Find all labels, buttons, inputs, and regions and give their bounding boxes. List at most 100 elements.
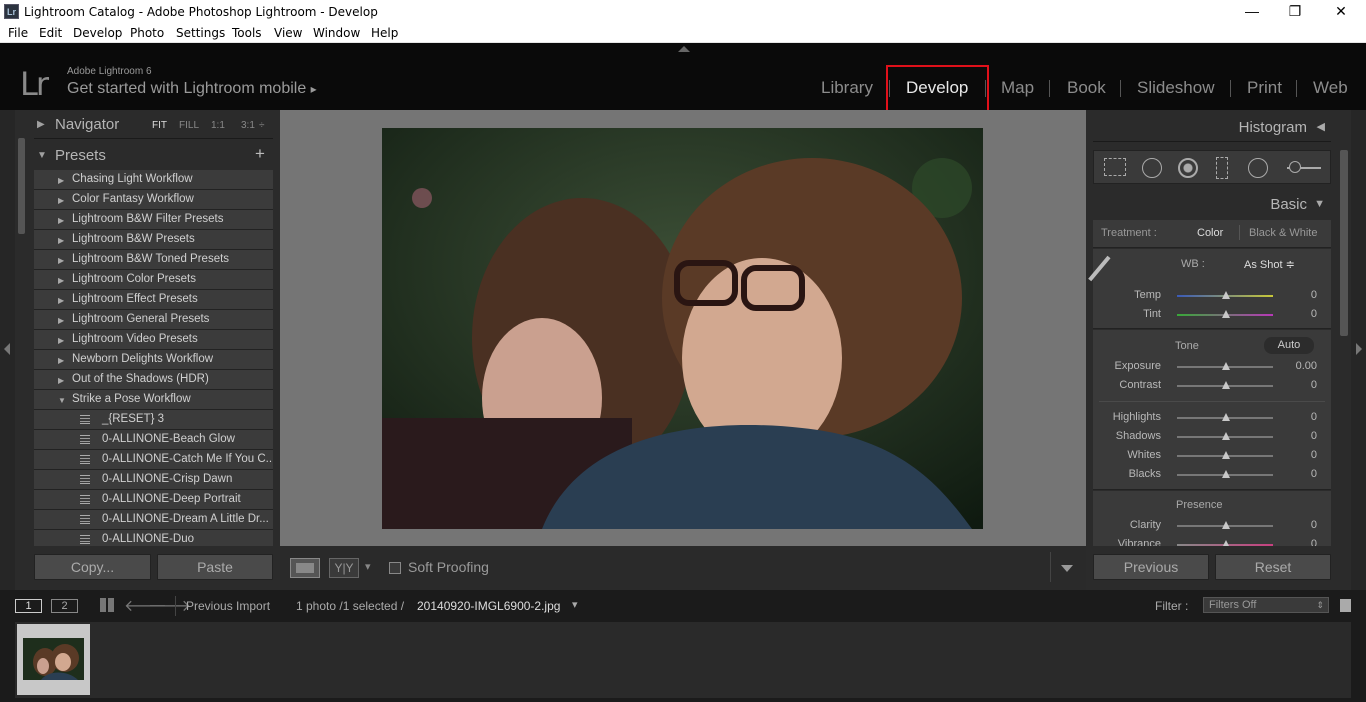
photo-preview[interactable] <box>382 128 983 529</box>
clarity-slider-knob[interactable] <box>1222 521 1230 529</box>
temp-slider-row[interactable]: Temp 0 <box>1093 286 1331 305</box>
treatment-bw-option[interactable]: Black & White <box>1249 227 1317 239</box>
blacks-slider-row[interactable]: Blacks 0 <box>1093 465 1331 484</box>
add-preset-icon[interactable]: + <box>255 144 265 164</box>
close-button[interactable]: ✕ <box>1318 0 1364 24</box>
exposure-value[interactable]: 0.00 <box>1296 360 1317 372</box>
filename-label[interactable]: 20140920-IMGL6900-2.jpg <box>417 599 560 613</box>
tint-slider-knob[interactable] <box>1222 310 1230 318</box>
graduated-filter-icon[interactable] <box>1216 157 1228 179</box>
preset-folder[interactable]: ▶ Lightroom B&W Presets <box>34 230 273 250</box>
radial-filter-icon[interactable] <box>1248 158 1268 178</box>
preset-folder[interactable]: ▶ Newborn Delights Workflow <box>34 350 273 370</box>
clarity-value[interactable]: 0 <box>1311 519 1317 531</box>
shadows-slider-knob[interactable] <box>1222 432 1230 440</box>
temp-value[interactable]: 0 <box>1311 289 1317 301</box>
copy-button[interactable]: Copy... <box>34 554 151 580</box>
zoom-menu-icon[interactable]: ÷ <box>259 120 265 131</box>
treatment-color-option[interactable]: Color <box>1197 227 1223 239</box>
tint-value[interactable]: 0 <box>1311 308 1317 320</box>
presets-header[interactable]: ▼ Presets + <box>33 143 273 169</box>
preset-folder-expanded[interactable]: ▼ Strike a Pose Workflow <box>34 390 273 410</box>
zoom-3-1[interactable]: 3:1 <box>241 120 255 131</box>
menu-file[interactable]: File <box>8 26 28 40</box>
preset-folder[interactable]: ▶ Chasing Light Workflow <box>34 170 273 190</box>
preset-folder[interactable]: ▶ Lightroom B&W Filter Presets <box>34 210 273 230</box>
tab-print[interactable]: Print <box>1247 78 1282 98</box>
filter-select[interactable]: Filters Off ⇕ <box>1203 597 1329 613</box>
preset-folder[interactable]: ▶ Lightroom Color Presets <box>34 270 273 290</box>
spot-removal-icon[interactable] <box>1142 158 1162 178</box>
preset-item[interactable]: _{RESET} 3 <box>34 410 273 430</box>
preset-item[interactable]: 0-ALLINONE-Dream A Little Dr... <box>34 510 273 530</box>
preset-folder[interactable]: ▶ Lightroom Video Presets <box>34 330 273 350</box>
auto-tone-button[interactable]: Auto <box>1264 337 1314 354</box>
preset-item[interactable]: 0-ALLINONE-Deep Portrait <box>34 490 273 510</box>
right-panel-scrollbar[interactable] <box>1340 150 1348 336</box>
crop-tool-icon[interactable] <box>1104 158 1126 176</box>
filename-dropdown-icon[interactable]: ▾ <box>572 598 578 611</box>
red-eye-icon[interactable] <box>1178 158 1198 178</box>
before-after-dropdown-icon[interactable]: ▾ <box>365 560 371 573</box>
tab-slideshow[interactable]: Slideshow <box>1137 78 1215 98</box>
toolbar-menu-icon[interactable] <box>1061 565 1073 572</box>
forward-arrow-icon[interactable]: 🡒 <box>148 595 191 616</box>
menu-edit[interactable]: Edit <box>39 26 62 40</box>
secondary-window-button[interactable]: 2 <box>51 599 78 613</box>
shadows-slider-row[interactable]: Shadows 0 <box>1093 427 1331 446</box>
blacks-value[interactable]: 0 <box>1311 468 1317 480</box>
menu-help[interactable]: Help <box>371 26 398 40</box>
whites-slider-row[interactable]: Whites 0 <box>1093 446 1331 465</box>
tab-web[interactable]: Web <box>1313 78 1348 98</box>
menu-settings[interactable]: Settings <box>176 26 225 40</box>
menu-photo[interactable]: Photo <box>130 26 164 40</box>
highlights-value[interactable]: 0 <box>1311 411 1317 423</box>
expand-left-panel-icon[interactable] <box>4 343 10 355</box>
contrast-slider-knob[interactable] <box>1222 381 1230 389</box>
tab-map[interactable]: Map <box>1001 78 1034 98</box>
minimize-button[interactable]: — <box>1229 0 1275 24</box>
tint-slider-row[interactable]: Tint 0 <box>1093 305 1331 324</box>
tab-library[interactable]: Library <box>821 78 873 98</box>
filmstrip-thumbnail-selected[interactable] <box>17 624 90 695</box>
preset-folder[interactable]: ▶ Lightroom General Presets <box>34 310 273 330</box>
preset-item[interactable]: 0-ALLINONE-Duo <box>34 530 273 546</box>
histogram-header[interactable]: Histogram ◀ <box>1093 112 1331 140</box>
expand-right-panel-icon[interactable] <box>1356 343 1362 355</box>
soft-proofing-checkbox[interactable] <box>389 562 401 574</box>
preset-folder[interactable]: ▶ Lightroom B&W Toned Presets <box>34 250 273 270</box>
restore-button[interactable]: ❐ <box>1272 0 1318 24</box>
contrast-slider-row[interactable]: Contrast 0 <box>1093 376 1331 395</box>
shadows-value[interactable]: 0 <box>1311 430 1317 442</box>
vibrance-slider-row[interactable]: Vibrance 0 <box>1093 535 1331 546</box>
menu-window[interactable]: Window <box>313 26 360 40</box>
contrast-value[interactable]: 0 <box>1311 379 1317 391</box>
grid-view-icon[interactable] <box>100 598 114 612</box>
menu-view[interactable]: View <box>274 26 302 40</box>
source-label[interactable]: Previous Import <box>186 599 270 613</box>
menu-tools[interactable]: Tools <box>232 26 262 40</box>
zoom-fit[interactable]: FIT <box>152 120 167 131</box>
temp-slider-knob[interactable] <box>1222 291 1230 299</box>
primary-window-button[interactable]: 1 <box>15 599 42 613</box>
preset-folder[interactable]: ▶ Color Fantasy Workflow <box>34 190 273 210</box>
basic-header[interactable]: Basic ▼ <box>1093 191 1331 217</box>
before-after-button[interactable]: Y|Y <box>329 558 359 578</box>
presets-scrollbar[interactable] <box>18 138 25 234</box>
clarity-slider-row[interactable]: Clarity 0 <box>1093 516 1331 535</box>
collapse-top-panel-icon[interactable] <box>678 46 690 52</box>
preset-item[interactable]: 0-ALLINONE-Crisp Dawn <box>34 470 273 490</box>
whites-slider-knob[interactable] <box>1222 451 1230 459</box>
preset-folder[interactable]: ▶ Lightroom Effect Presets <box>34 290 273 310</box>
preset-item[interactable]: 0-ALLINONE-Beach Glow <box>34 430 273 450</box>
highlights-slider-knob[interactable] <box>1222 413 1230 421</box>
mobile-prompt[interactable]: Get started with Lightroom mobile ▸ <box>67 80 317 98</box>
reset-button[interactable]: Reset <box>1215 554 1331 580</box>
zoom-1-1[interactable]: 1:1 <box>211 120 225 131</box>
loupe-view-button[interactable] <box>290 558 320 578</box>
navigator-header[interactable]: ▶ Navigator FIT FILL 1:1 3:1 ÷ <box>33 112 273 138</box>
previous-button[interactable]: Previous <box>1093 554 1209 580</box>
preset-folder[interactable]: ▶ Out of the Shadows (HDR) <box>34 370 273 390</box>
wb-select[interactable]: As Shot ≑ <box>1244 258 1295 271</box>
highlights-slider-row[interactable]: Highlights 0 <box>1093 408 1331 427</box>
